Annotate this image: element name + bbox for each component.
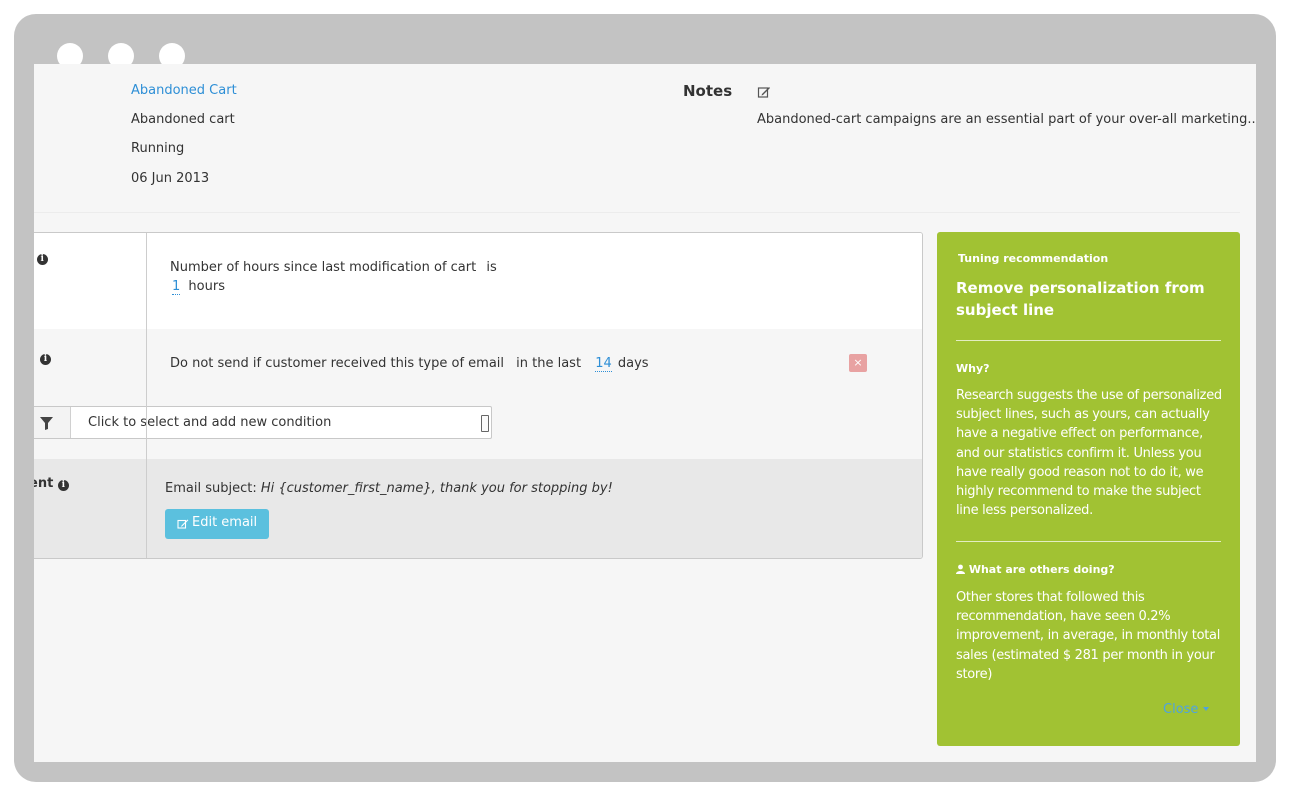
hours-value-row: 1 hours [172, 279, 225, 295]
notes-label: Notes [683, 82, 733, 100]
divider [34, 212, 1240, 213]
close-label: Close [1163, 702, 1199, 717]
campaign-type: Abandoned cart [131, 112, 235, 127]
frequency-window: in the last [516, 356, 582, 371]
row-label-fragment: ent i [34, 476, 69, 491]
add-condition-select[interactable]: Click to select and add new condition [34, 406, 492, 439]
days-value[interactable]: 14 [595, 356, 612, 372]
caret-down-icon [1202, 707, 1209, 711]
info-icon[interactable]: i [36, 254, 48, 265]
panel-divider [146, 233, 147, 558]
rules-panel: : i Number of hours since last modificat… [34, 232, 923, 559]
info-icon[interactable]: i [57, 480, 69, 491]
campaign-date: 06 Jun 2013 [131, 171, 210, 186]
hours-value[interactable]: 1 [172, 279, 181, 295]
pencil-icon [177, 519, 189, 529]
rule-row-timing: : i Number of hours since last modificat… [34, 233, 922, 329]
why-text: Research suggests the use of personalize… [956, 388, 1222, 519]
tuning-recommendation-card: Tuning recommendation Remove personaliza… [937, 232, 1240, 746]
subject-value: Hi {customer_first_name}, thank you for … [260, 481, 613, 496]
campaign-status: Running [131, 141, 185, 156]
recommendation-eyebrow: Tuning recommendation [958, 252, 1109, 265]
edit-email-label: Edit email [192, 515, 258, 530]
divider [956, 340, 1221, 341]
edit-email-button[interactable]: Edit email [165, 509, 269, 539]
caret-down-icon [481, 415, 489, 432]
rule-row-frequency: i Do not send if customer received this … [34, 329, 922, 459]
others-heading-row: What are others doing? [956, 563, 1115, 576]
app-screen: Abandoned Cart Abandoned cart Running 06… [34, 64, 1256, 762]
why-heading: Why? [956, 362, 990, 375]
remove-condition-button[interactable]: × [849, 354, 867, 372]
condition-operator: is [486, 260, 497, 275]
info-icon[interactable]: i [40, 346, 51, 365]
others-heading: What are others doing? [968, 563, 1115, 576]
rule-row-content: ent i Email subject: Hi {customer_first_… [34, 459, 922, 558]
row-condition: Number of hours since last modification … [170, 260, 497, 275]
frequency-text: Do not send if customer received this ty… [170, 356, 505, 371]
notes-text: Abandoned-cart campaigns are an essentia… [757, 112, 1256, 127]
user-icon [956, 564, 965, 574]
recommendation-title: Remove personalization from subject line [956, 279, 1205, 319]
row-label-fragment: : i [34, 250, 48, 265]
days-unit: days [617, 356, 649, 371]
condition-text: Number of hours since last modification … [170, 260, 477, 275]
subject-label: Email subject: [165, 481, 257, 496]
campaign-name-link[interactable]: Abandoned Cart [131, 83, 237, 98]
others-text: Other stores that followed this recommen… [956, 590, 1221, 682]
email-subject: Email subject: Hi {customer_first_name},… [165, 481, 613, 496]
frequency-condition: Do not send if customer received this ty… [170, 356, 649, 372]
filter-icon [34, 407, 71, 438]
hours-unit: hours [188, 279, 225, 294]
close-link[interactable]: Close [1163, 702, 1209, 717]
select-placeholder: Click to select and add new condition [88, 415, 332, 430]
edit-icon[interactable] [757, 84, 771, 98]
divider [956, 541, 1221, 542]
